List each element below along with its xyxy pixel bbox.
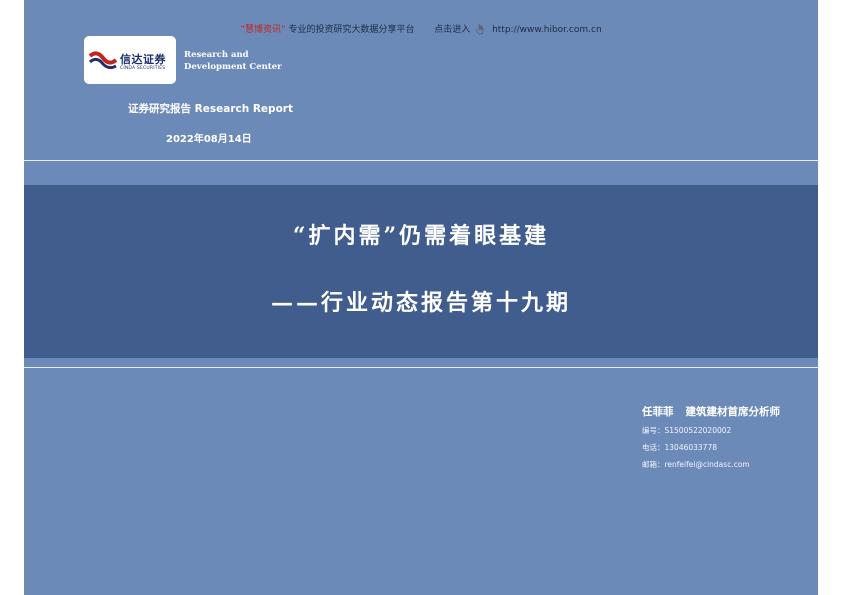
analyst-role: 建筑建材首席分析师: [685, 406, 781, 418]
analyst-id: 编号：S1500522020002: [642, 426, 732, 435]
report-subtitle: ——行业动态报告第十九期: [270, 290, 571, 316]
research-center-label: Research and Development Center: [184, 49, 282, 73]
analyst-name: 任菲菲: [642, 406, 674, 418]
cinda-logo-mark-icon: [89, 51, 117, 70]
analyst-block: 任菲菲 建筑建材首席分析师 编号：S1500522020002 电话：130460…: [642, 404, 780, 470]
hibor-url-link[interactable]: http://www.hibor.com.cn: [492, 25, 602, 35]
hibor-name: “慧博资讯”: [240, 25, 286, 35]
hibor-description: 专业的投资研究大数据分享平台: [288, 25, 415, 35]
cinda-logo: 信达证券 CINDA SECURITIES: [84, 36, 176, 84]
research-center-line1: Research and: [184, 50, 249, 60]
click-enter-label: 点击进入: [434, 25, 471, 35]
pointer-hand-icon: [476, 24, 484, 35]
hibor-banner[interactable]: “慧博资讯” 专业的投资研究大数据分享平台 点击进入 http://www.hi…: [24, 22, 818, 35]
analyst-phone: 电话：13046033778: [642, 443, 717, 452]
report-type: 证券研究报告 Research Report: [128, 103, 293, 115]
divider-top: [24, 160, 818, 161]
report-date: 2022年08月14日: [166, 134, 252, 145]
logo-cn-text: 信达证券: [120, 53, 166, 66]
analyst-email[interactable]: 邮箱：renfeifei@cindasc.com: [642, 459, 780, 470]
report-cover: “慧博资讯” 专业的投资研究大数据分享平台 点击进入 http://www.hi…: [24, 0, 818, 595]
report-title: “扩内需”仍需着眼基建: [292, 223, 550, 249]
divider-bottom: [24, 367, 818, 368]
title-band: “扩内需”仍需着眼基建 ——行业动态报告第十九期: [24, 185, 818, 358]
logo-en-text: CINDA SECURITIES: [120, 66, 166, 71]
analyst-heading: 任菲菲 建筑建材首席分析师: [642, 404, 780, 419]
research-center-line2: Development Center: [184, 62, 282, 72]
